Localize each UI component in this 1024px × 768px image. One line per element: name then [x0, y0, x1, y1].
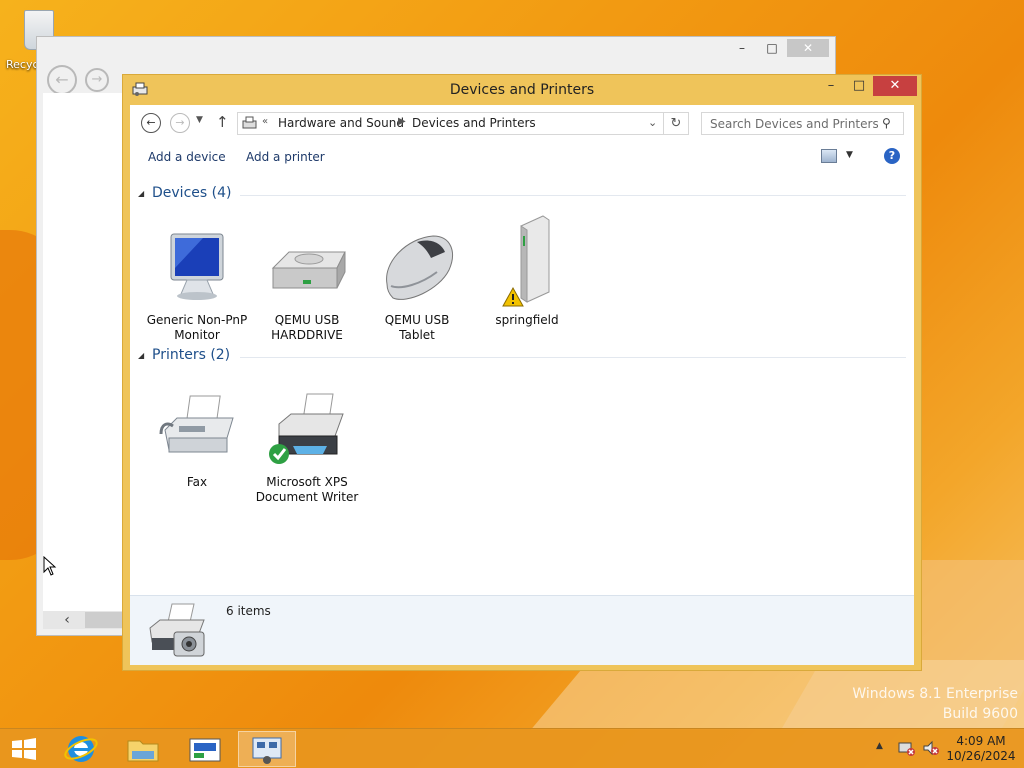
minimize-button[interactable]: –	[817, 76, 845, 96]
collapse-toggle-icon[interactable]: ◢	[138, 351, 144, 360]
control-panel-icon	[189, 738, 221, 762]
window-client-area: ← → ▼ ↑ « Hardware and Sound ▶ Devices a…	[130, 105, 914, 665]
printer-icon	[269, 393, 344, 464]
mouse-icon	[386, 235, 453, 300]
view-options-dropdown-icon[interactable]: ▼	[846, 150, 853, 160]
add-printer-button[interactable]: Add a printer	[246, 150, 325, 164]
clock-date: 10/26/2024	[946, 749, 1016, 763]
devices-group-header[interactable]: ◢ Devices (4)	[138, 185, 908, 205]
device-label: QEMU USB HARDDRIVE	[271, 313, 343, 342]
volume-muted-icon[interactable]	[922, 740, 940, 756]
item-count: 6 items	[226, 604, 271, 618]
devices-and-printers-window: Devices and Printers – □ ✕ ← → ▼ ↑ « Har…	[122, 74, 922, 671]
browser-content	[43, 93, 129, 613]
device-label: Generic Non-PnP Monitor	[146, 313, 248, 342]
printer-item[interactable]: Fax	[142, 390, 252, 510]
search-input[interactable]	[702, 113, 878, 134]
printer-label: Microsoft XPS Document Writer	[255, 475, 359, 504]
device-label: QEMU USB Tablet	[384, 313, 450, 342]
os-watermark: Windows 8.1 Enterprise Build 9600	[852, 684, 1018, 724]
devices-group-title: Devices (4)	[152, 185, 232, 201]
system-clock[interactable]: 4:09 AM 10/26/2024	[946, 734, 1016, 764]
search-box[interactable]: ⚲	[701, 112, 904, 135]
browser-close-button[interactable]: ✕	[787, 39, 829, 57]
browser-minimize-button[interactable]: –	[727, 39, 757, 57]
breadcrumb-devices-and-printers[interactable]: Devices and Printers	[412, 116, 536, 130]
help-icon[interactable]: ?	[884, 148, 900, 164]
up-arrow-icon[interactable]: ↑	[216, 113, 229, 131]
group-divider	[240, 195, 906, 196]
device-item[interactable]: QEMU USB Tablet	[362, 228, 472, 348]
show-hidden-icons-icon[interactable]: ▲	[876, 741, 883, 751]
taskbar-control-panel[interactable]	[176, 731, 234, 767]
search-icon[interactable]: ⚲	[882, 116, 891, 130]
browser-horizontal-scrollbar[interactable]: ‹	[43, 611, 129, 629]
scroll-left-icon[interactable]: ‹	[57, 611, 77, 629]
details-pane: 6 items	[130, 595, 914, 665]
network-status-icon[interactable]	[898, 740, 916, 756]
change-view-icon[interactable]	[821, 149, 837, 163]
monitor-icon	[170, 233, 224, 300]
breadcrumb-overflow[interactable]: «	[262, 116, 268, 127]
devices-and-printers-icon	[149, 603, 205, 657]
forward-arrow-icon[interactable]: →	[170, 113, 190, 133]
device-item[interactable]: springfield	[472, 212, 582, 332]
control-panel-location-icon	[242, 116, 257, 129]
mouse-cursor-icon	[43, 556, 57, 576]
window-title: Devices and Printers	[449, 82, 595, 98]
fax-icon	[159, 395, 234, 453]
back-arrow-icon[interactable]: ←	[141, 113, 161, 133]
command-bar: Add a device Add a printer ▼ ?	[130, 145, 914, 171]
computer-tower-icon	[502, 215, 550, 307]
breadcrumb-separator-icon[interactable]: ▶	[398, 116, 406, 127]
breadcrumb-hardware-and-sound[interactable]: Hardware and Sound	[278, 116, 404, 130]
taskbar-file-explorer[interactable]	[114, 731, 172, 767]
browser-back-icon[interactable]: ←	[47, 65, 77, 95]
printers-group-title: Printers (2)	[152, 347, 231, 363]
browser-maximize-button[interactable]: □	[757, 39, 787, 57]
printer-label: Fax	[186, 475, 208, 489]
add-device-button[interactable]: Add a device	[148, 150, 226, 164]
device-label: springfield	[495, 313, 559, 327]
printers-group-header[interactable]: ◢ Printers (2)	[138, 347, 908, 367]
windows-start-icon[interactable]	[10, 737, 38, 761]
recent-locations-dropdown-icon[interactable]: ▼	[196, 115, 203, 125]
browser-forward-icon[interactable]: →	[85, 68, 109, 92]
devices-and-printers-icon	[252, 737, 282, 764]
device-item[interactable]: QEMU USB HARDDRIVE	[252, 228, 362, 348]
recycle-bin-label: Recyc	[6, 58, 39, 71]
device-item[interactable]: Generic Non-PnP Monitor	[142, 228, 252, 348]
close-button[interactable]: ✕	[873, 76, 917, 96]
internet-explorer-icon	[64, 736, 98, 762]
address-bar[interactable]: « Hardware and Sound ▶ Devices and Print…	[237, 112, 664, 135]
group-divider	[240, 357, 906, 358]
watermark-edition: Windows 8.1 Enterprise	[852, 686, 1018, 702]
harddrive-icon	[271, 251, 346, 289]
collapse-toggle-icon[interactable]: ◢	[138, 189, 144, 198]
navigation-bar: ← → ▼ ↑ « Hardware and Sound ▶ Devices a…	[130, 105, 914, 141]
watermark-build: Build 9600	[942, 706, 1018, 722]
clock-time: 4:09 AM	[956, 734, 1006, 748]
address-dropdown-icon[interactable]: ⌄	[648, 116, 657, 129]
taskbar-devices-and-printers[interactable]	[238, 731, 296, 767]
title-bar[interactable]: Devices and Printers – □ ✕	[123, 75, 921, 105]
taskbar: ▲ 4:09 AM 10/26/2024	[0, 728, 1024, 768]
refresh-icon[interactable]: ↻	[664, 112, 689, 135]
printer-item[interactable]: Microsoft XPS Document Writer	[252, 390, 362, 510]
file-explorer-icon	[127, 740, 159, 762]
maximize-button[interactable]: □	[845, 76, 873, 96]
taskbar-internet-explorer[interactable]	[52, 731, 110, 767]
